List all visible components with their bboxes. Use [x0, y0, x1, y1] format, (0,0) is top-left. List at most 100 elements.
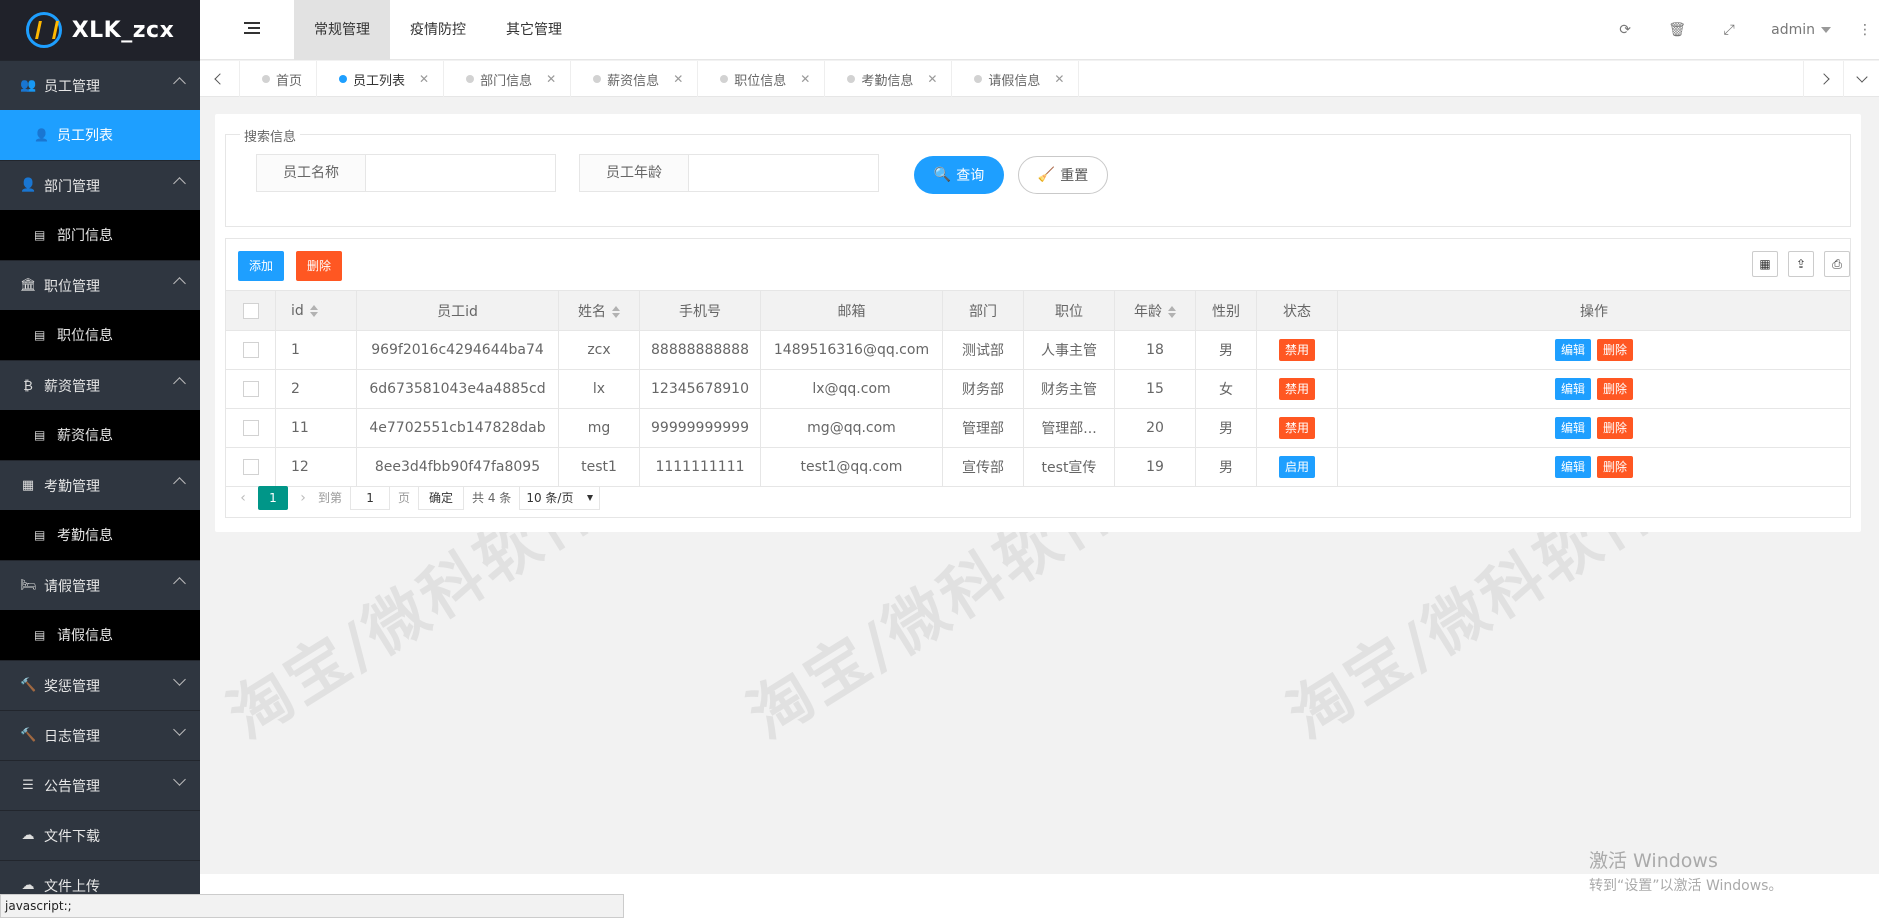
edit-button[interactable]: 编辑 [1554, 456, 1591, 478]
activation-title: 激活 Windows [1589, 850, 1718, 872]
cell-status: 禁用 [1256, 330, 1338, 370]
sidebar-item[interactable]: ▤ 薪资信息 [0, 410, 200, 460]
goto-page-input[interactable]: 1 [350, 485, 391, 510]
goto-confirm-button[interactable]: 确定 [418, 485, 465, 510]
top-header: 常规管理 疫情防控 其它管理 ⟳ 🗑 ⤢ admin ⋮ [200, 0, 1879, 60]
tab-item[interactable]: 部门信息 ✕ [444, 61, 572, 97]
sidebar-group[interactable]: 🔨 奖惩管理 [0, 660, 200, 710]
tab-item[interactable]: 首页 [230, 61, 318, 97]
chevron-down-icon [173, 773, 186, 786]
cell-status: 禁用 [1256, 408, 1338, 448]
batch-delete-button[interactable]: 删除 [296, 251, 343, 281]
tab-list: 首页 员工列表 ✕ 部门信息 ✕ 薪资信息 ✕ 职位信息 ✕ 考勤信息 ✕ 请假信息 ✕ [230, 61, 1080, 97]
select-all-checkbox[interactable] [225, 290, 276, 331]
sidebar-item[interactable]: ▤ 请假信息 [0, 610, 200, 660]
top-nav-item[interactable]: 常规管理 [294, 0, 390, 60]
cell-actions: 编辑 删除 [1337, 408, 1851, 448]
close-icon[interactable]: ✕ [800, 72, 810, 86]
delete-button[interactable]: 删除 [1597, 456, 1634, 478]
name-input[interactable] [366, 154, 556, 192]
add-button[interactable]: 添加 [238, 251, 285, 281]
row-checkbox[interactable] [225, 330, 276, 370]
close-icon[interactable]: ✕ [673, 72, 683, 86]
age-input[interactable] [689, 154, 879, 192]
tab-item[interactable]: 职位信息 ✕ [698, 61, 826, 97]
delete-button[interactable]: 删除 [1597, 339, 1634, 361]
columns-icon[interactable]: ▦ [1752, 251, 1778, 277]
delete-button[interactable]: 删除 [1597, 417, 1634, 439]
sidebar-group[interactable]: 🏛 职位管理 [0, 260, 200, 310]
tab-item[interactable]: 请假信息 ✕ [952, 61, 1080, 97]
current-page[interactable]: 1 [258, 485, 288, 510]
refresh-icon[interactable]: ⟳ [1599, 22, 1651, 38]
row-checkbox[interactable] [225, 408, 276, 448]
goto-prefix: 到第 [318, 491, 343, 505]
page-size-select[interactable]: 10 条/页 [519, 485, 601, 510]
sidebar-item[interactable]: ▤ 考勤信息 [0, 510, 200, 560]
tab-item[interactable]: 考勤信息 ✕ [825, 61, 953, 97]
sort-icon[interactable] [1168, 305, 1176, 318]
more-vertical-icon[interactable]: ⋮ [1851, 22, 1879, 38]
sidebar-group-label: 职位管理 [44, 278, 100, 295]
tab-item[interactable]: 薪资信息 ✕ [571, 61, 699, 97]
sidebar-group[interactable]: 🛏 请假管理 [0, 560, 200, 610]
sidebar-item[interactable]: ▤ 部门信息 [0, 210, 200, 260]
col-header[interactable]: 年龄 [1114, 290, 1196, 331]
trash-icon[interactable]: 🗑 [1651, 22, 1703, 38]
delete-button[interactable]: 删除 [1597, 378, 1634, 400]
logo[interactable]: XLK_zcx [0, 0, 200, 60]
fullscreen-icon[interactable]: ⤢ [1703, 22, 1755, 38]
edit-button[interactable]: 编辑 [1554, 378, 1591, 400]
sort-icon[interactable] [309, 304, 318, 317]
print-icon[interactable]: ⎙ [1824, 251, 1850, 277]
status-badge[interactable]: 禁用 [1278, 417, 1315, 439]
edit-button[interactable]: 编辑 [1554, 339, 1591, 361]
sidebar-group[interactable]: 🔨 日志管理 [0, 710, 200, 760]
cell-position: 财务主管 [1023, 369, 1115, 409]
chevron-up-icon [173, 277, 186, 290]
tab-menu-chevron-down-icon[interactable] [1843, 61, 1879, 97]
sidebar-group[interactable]: ☁ 文件下载 [0, 810, 200, 860]
close-icon[interactable]: ✕ [546, 72, 556, 86]
tab-item[interactable]: 员工列表 ✕ [317, 61, 445, 97]
query-button[interactable]: 🔍 查询 [914, 156, 1004, 194]
row-checkbox[interactable] [225, 369, 276, 409]
next-page-icon[interactable]: › [296, 490, 310, 506]
col-header[interactable]: id [275, 290, 357, 331]
tab-scroll-right-icon[interactable] [1803, 61, 1843, 97]
prev-page-icon[interactable]: ‹ [236, 490, 250, 506]
top-nav-item[interactable]: 疫情防控 [390, 0, 486, 60]
sidebar-group[interactable]: ₿ 薪资管理 [0, 360, 200, 410]
sidebar-item[interactable]: 👤 员工列表 [0, 110, 200, 160]
sidebar-group[interactable]: ▦ 考勤管理 [0, 460, 200, 510]
sidebar-group[interactable]: 👥 员工管理 [0, 60, 200, 110]
caret-down-icon [1821, 27, 1831, 33]
cell-position: 人事主管 [1023, 330, 1115, 370]
tab-label: 职位信息 [734, 73, 787, 89]
edit-button[interactable]: 编辑 [1554, 417, 1591, 439]
close-icon[interactable]: ✕ [419, 72, 429, 86]
col-header[interactable]: 姓名 [558, 290, 640, 331]
sidebar-group[interactable]: ☰ 公告管理 [0, 760, 200, 810]
export-icon[interactable]: ⇪ [1788, 251, 1814, 277]
status-badge[interactable]: 禁用 [1278, 378, 1315, 400]
col-header: 员工id [356, 290, 559, 331]
sort-icon[interactable] [612, 305, 620, 318]
top-nav-item[interactable]: 其它管理 [486, 0, 582, 60]
table-row: 2 6d673581043e4a4885cd lx 12345678910 lx@qq.… [225, 369, 1851, 409]
cell-gender: 女 [1195, 369, 1257, 409]
table-header-row: id 员工id 姓名 手机号 邮箱 部门 职位 年龄 性别 状态 操作 [225, 290, 1851, 331]
sidebar-group[interactable]: 👤 部门管理 [0, 160, 200, 210]
cell-phone: 99999999999 [639, 408, 761, 448]
sidebar-group-label: 考勤管理 [44, 478, 100, 495]
close-icon[interactable]: ✕ [1054, 72, 1064, 86]
employee-table: id 员工id 姓名 手机号 邮箱 部门 职位 年龄 性别 状态 操作 1 969… [225, 290, 1851, 487]
status-badge[interactable]: 启用 [1278, 456, 1315, 478]
sidebar-item[interactable]: ▤ 职位信息 [0, 310, 200, 360]
search-fieldset: 搜索信息 员工名称 员工年龄 🔍 查询 🧹 重置 [225, 126, 1851, 227]
menu-toggle-icon[interactable] [244, 22, 260, 36]
reset-button[interactable]: 🧹 重置 [1018, 156, 1108, 194]
close-icon[interactable]: ✕ [927, 72, 937, 86]
user-menu[interactable]: admin [1755, 22, 1851, 38]
status-badge[interactable]: 禁用 [1278, 339, 1315, 361]
